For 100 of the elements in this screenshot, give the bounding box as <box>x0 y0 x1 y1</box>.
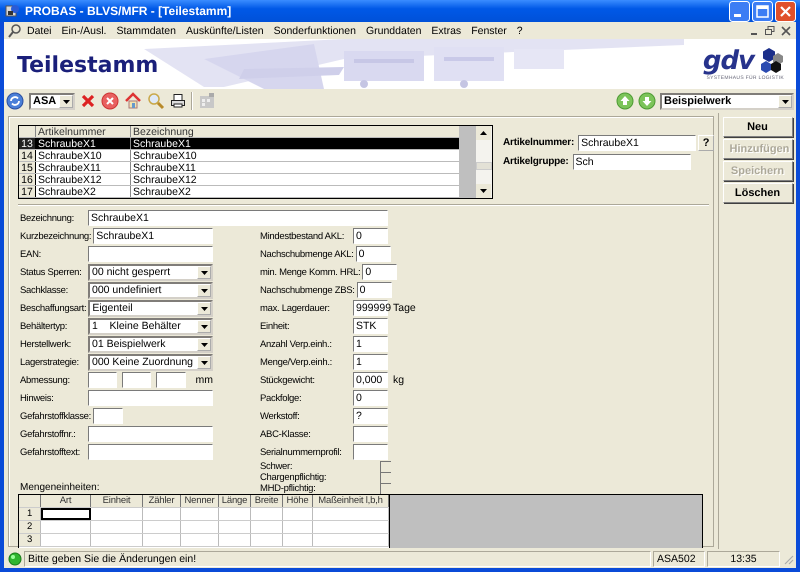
menu-item[interactable]: Ein-/Ausl. <box>56 24 112 36</box>
text-field[interactable]: 0 <box>353 228 388 244</box>
dimension-field[interactable] <box>122 372 152 388</box>
column-header[interactable]: Artikelnummer <box>36 126 131 137</box>
action-button[interactable]: Löschen <box>722 183 792 203</box>
minimize-button[interactable] <box>729 0 750 22</box>
app-menu-icon[interactable] <box>8 24 22 38</box>
list-row[interactable]: 13 SchraubeX1 SchraubeX1 <box>19 138 459 150</box>
menu-item[interactable]: Extras <box>426 24 466 36</box>
checkbox[interactable] <box>380 483 391 494</box>
search-icon[interactable] <box>147 92 165 110</box>
cancel-icon[interactable] <box>101 92 119 110</box>
maximize-button[interactable] <box>752 0 773 22</box>
text-field[interactable]: SchraubeX1 <box>93 228 213 244</box>
table-cell-text: SchraubeX1 <box>132 138 192 149</box>
app-icon[interactable] <box>5 3 21 19</box>
checkbox[interactable] <box>380 461 391 472</box>
list-row[interactable]: 14 SchraubeX10 SchraubeX10 <box>19 150 459 162</box>
field-label: Menge/Verp.einh.: <box>260 356 334 368</box>
column-header[interactable]: Einheit <box>91 495 143 507</box>
restore-icon[interactable] <box>764 24 776 36</box>
scroll-down-icon[interactable] <box>476 184 491 198</box>
text-field[interactable]: 0 <box>356 246 391 262</box>
row-number: 1 <box>19 508 41 520</box>
scrollbar[interactable] <box>476 126 492 198</box>
dropdown[interactable]: 000 undefiniert <box>88 282 213 298</box>
text-field[interactable] <box>93 408 123 424</box>
text-field[interactable]: 999999 <box>353 300 388 316</box>
menu-item[interactable]: Sonderfunktionen <box>268 24 361 36</box>
help-button[interactable]: ? <box>698 134 714 150</box>
print-icon[interactable] <box>170 93 186 109</box>
text-field[interactable] <box>88 426 213 442</box>
text-field[interactable]: SchraubeX1 <box>88 210 388 226</box>
text-field[interactable] <box>88 444 213 460</box>
menu-item[interactable]: Fenster <box>466 24 512 36</box>
action-button[interactable]: Neu <box>722 117 792 137</box>
dropdown[interactable]: 1 Kleine Behälter <box>88 318 213 334</box>
field-label: ABC-Klasse: <box>260 428 312 440</box>
text-field[interactable]: Sch <box>572 154 691 170</box>
text-field[interactable]: 0 <box>362 264 398 280</box>
dropdown[interactable]: 01 Beispielwerk <box>88 336 213 352</box>
client-dropdown[interactable]: ASA <box>29 92 75 110</box>
field-label: Beschaffungsart: <box>20 302 88 314</box>
column-header[interactable]: Nenner <box>181 495 219 507</box>
status-light-icon <box>8 552 22 566</box>
menu-item[interactable]: Stammdaten <box>111 24 181 36</box>
dropdown[interactable]: Eigenteil <box>88 300 213 316</box>
home-icon[interactable] <box>124 92 142 110</box>
list-row[interactable]: 17 SchraubeX2 SchraubeX2 <box>19 186 459 198</box>
checkbox[interactable] <box>380 472 391 483</box>
dimension-field[interactable] <box>88 372 118 388</box>
field-label: Einheit: <box>260 320 290 332</box>
menu-item[interactable]: ? <box>512 24 528 36</box>
table-cell-text: SchraubeX12 <box>132 174 198 185</box>
column-header[interactable]: Bezeichnung <box>131 126 459 137</box>
unit-label: Tage <box>393 302 416 314</box>
table-cell[interactable] <box>41 508 91 520</box>
dropdown[interactable]: 000 Keine Zuordnung <box>88 354 213 370</box>
list-row[interactable]: 16 SchraubeX12 SchraubeX12 <box>19 174 459 186</box>
refresh-icon[interactable] <box>6 92 24 110</box>
menu-item[interactable]: Datei <box>22 24 57 36</box>
column-header[interactable]: Breite <box>251 495 283 507</box>
delete-icon[interactable] <box>80 93 96 109</box>
field-label: Nachschubmenge ZBS: <box>260 284 356 296</box>
text-field[interactable]: 0 <box>356 282 392 298</box>
text-field[interactable] <box>353 444 388 460</box>
text-field[interactable]: STK <box>353 318 388 334</box>
text-field[interactable]: ? <box>353 408 388 424</box>
resize-grip-icon[interactable] <box>782 552 794 564</box>
text-field[interactable] <box>88 246 213 262</box>
text-field[interactable]: 0,000 <box>353 372 388 388</box>
text-field[interactable]: SchraubeX1 <box>578 134 696 150</box>
text-field[interactable] <box>353 426 388 442</box>
dimension-field[interactable] <box>156 372 186 388</box>
field-label: EAN: <box>20 248 42 260</box>
scroll-thumb[interactable] <box>476 162 492 170</box>
close-button[interactable] <box>775 0 796 22</box>
column-header[interactable]: Höhe <box>283 495 313 507</box>
text-field[interactable]: 0 <box>353 390 388 406</box>
column-header[interactable]: Maßeinheit l,b,h <box>313 495 389 507</box>
table-cell: SchraubeX1 <box>36 138 131 149</box>
list-row[interactable]: 15 SchraubeX11 SchraubeX11 <box>19 162 459 174</box>
menu-item[interactable]: Auskünfte/Listen <box>180 24 269 36</box>
menu-item[interactable]: Grunddaten <box>360 24 426 36</box>
field-label: Artikelnummer: <box>503 137 576 148</box>
field-label: Behältertyp: <box>20 320 68 332</box>
table-cell: SchraubeX12 <box>36 174 131 185</box>
close-icon[interactable] <box>780 24 792 36</box>
dropdown[interactable]: 00 nicht gesperrt <box>88 264 213 280</box>
column-header[interactable]: Art <box>41 495 91 507</box>
text-field[interactable] <box>88 390 213 406</box>
row-number: 17 <box>19 186 36 197</box>
column-header[interactable]: Länge <box>219 495 251 507</box>
field-label: Kurzbezeichnung: <box>20 230 92 242</box>
text-field[interactable]: 1 <box>353 336 388 352</box>
column-header[interactable]: Zähler <box>143 495 181 507</box>
field-label: Sachklasse: <box>20 284 69 296</box>
plant-dropdown[interactable]: Beispielwerk <box>660 92 794 110</box>
scroll-up-icon[interactable] <box>476 126 491 140</box>
text-field[interactable]: 1 <box>353 354 388 370</box>
